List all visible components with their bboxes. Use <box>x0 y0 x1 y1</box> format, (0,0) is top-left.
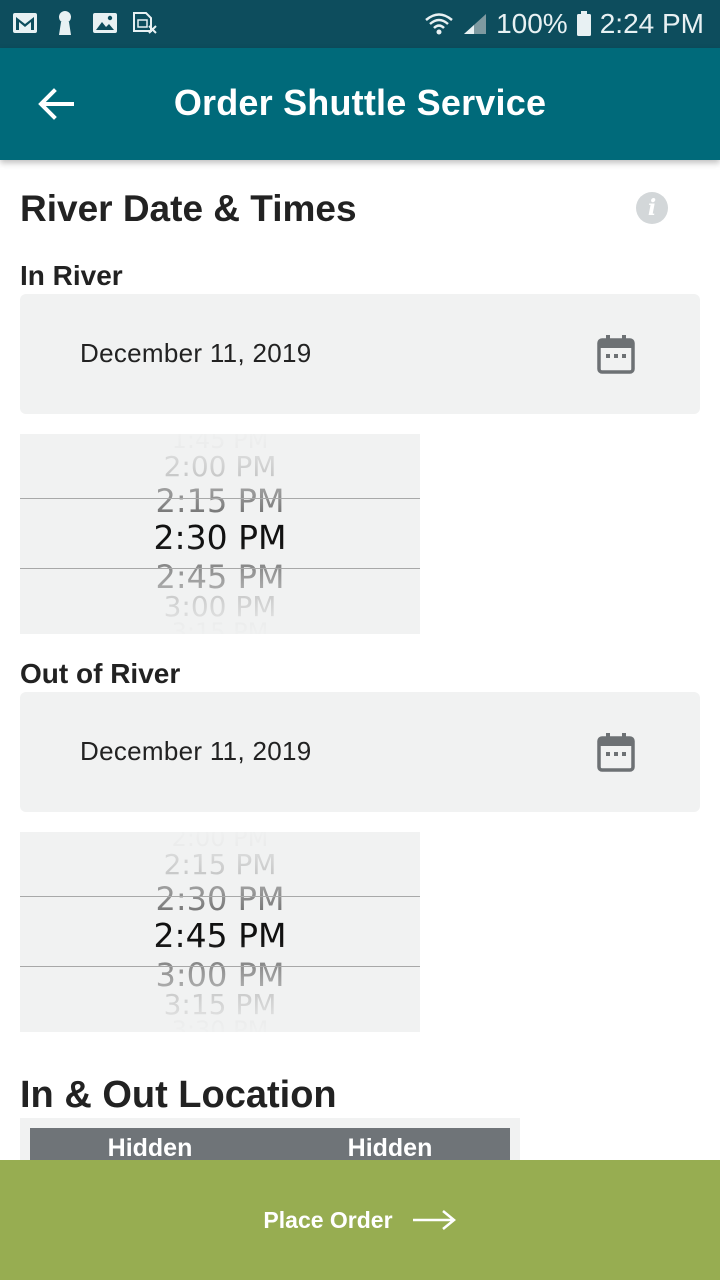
time-option-selected[interactable]: 2:30 PM <box>20 518 420 557</box>
out-of-river-date-field[interactable]: December 11, 2019 <box>20 692 700 812</box>
place-order-label: Place Order <box>263 1206 393 1233</box>
picker-selection-line <box>20 966 420 967</box>
status-bar: 100% 2:24 PM <box>0 0 720 48</box>
time-option-selected[interactable]: 2:45 PM <box>20 916 420 955</box>
in-river-time-picker[interactable]: 1:45 PM 2:00 PM 2:15 PM 2:30 PM 2:45 PM … <box>20 434 420 634</box>
keyhole-icon <box>52 10 78 36</box>
in-river-date-field[interactable]: December 11, 2019 <box>20 294 700 414</box>
battery-percent: 100% <box>496 8 568 39</box>
calendar-icon[interactable] <box>596 732 636 772</box>
cell-signal-icon <box>462 12 488 36</box>
battery-icon <box>576 11 592 37</box>
picker-selection-line <box>20 896 420 897</box>
out-of-river-label: Out of River <box>20 658 181 689</box>
time-option[interactable]: 3:30 PM <box>20 1016 420 1032</box>
gmail-icon <box>12 10 38 36</box>
time-option[interactable]: 3:15 PM <box>20 618 420 634</box>
in-river-label: In River <box>20 260 123 291</box>
time-option[interactable]: 2:15 PM <box>20 482 420 520</box>
out-of-river-time-picker[interactable]: 2:00 PM 2:15 PM 2:30 PM 2:45 PM 3:00 PM … <box>20 832 420 1032</box>
page-title: Order Shuttle Service <box>173 82 547 123</box>
in-river-date: December 11, 2019 <box>80 338 312 368</box>
place-order-button[interactable]: Place Order <box>0 1160 720 1280</box>
app-bar: Order Shuttle Service <box>0 48 720 160</box>
image-icon <box>92 10 118 36</box>
info-icon[interactable]: i <box>636 192 668 224</box>
system-status: 100% 2:24 PM <box>424 6 704 42</box>
river-section-title: River Date & Times <box>20 188 357 229</box>
arrow-right-icon <box>411 1208 457 1232</box>
time-option[interactable]: 2:30 PM <box>20 880 420 918</box>
calendar-icon[interactable] <box>596 334 636 374</box>
time-option[interactable]: 2:00 PM <box>20 450 420 483</box>
time-option[interactable]: 2:15 PM <box>20 848 420 881</box>
wifi-icon <box>424 11 454 37</box>
picker-selection-line <box>20 568 420 569</box>
notification-icons <box>12 10 158 36</box>
clock: 2:24 PM <box>599 8 704 39</box>
sim-card-icon <box>132 10 158 36</box>
out-of-river-date: December 11, 2019 <box>80 736 312 766</box>
picker-selection-line <box>20 498 420 499</box>
location-section-title: In & Out Location <box>20 1074 337 1116</box>
